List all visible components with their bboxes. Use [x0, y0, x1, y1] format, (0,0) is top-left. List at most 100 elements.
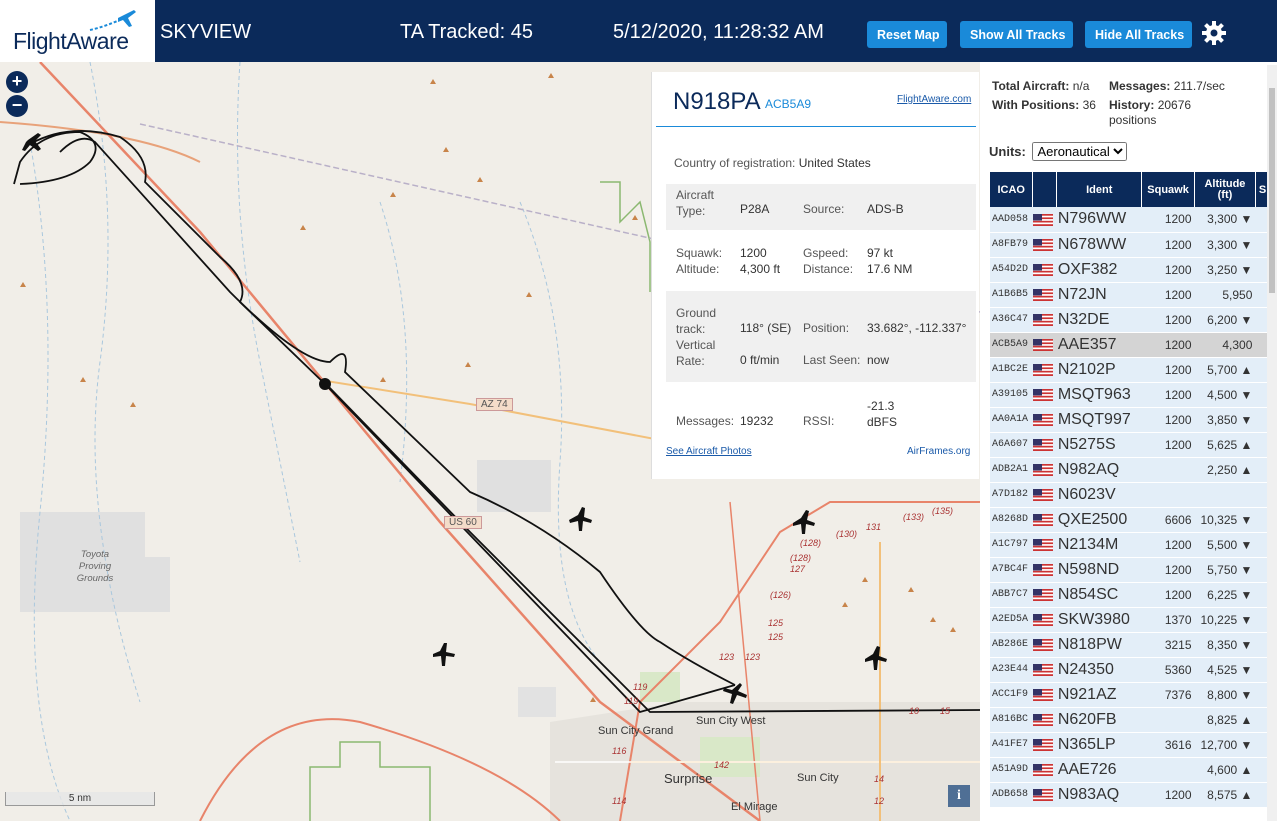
- table-row[interactable]: AB286E N818PW 3215 8,350 ▼: [990, 632, 1277, 658]
- us-flag-icon: [1032, 664, 1053, 677]
- table-row[interactable]: A8FB79 N678WW 1200 3,300 ▼: [990, 232, 1277, 258]
- cell-icao: ACC1F9: [990, 682, 1033, 708]
- exit-label: (128): [800, 538, 822, 548]
- surprise-label: Surprise: [664, 771, 713, 786]
- col-icao[interactable]: ICAO: [990, 172, 1034, 207]
- table-row[interactable]: ABB7C7 N854SC 1200 6,225 ▼: [990, 582, 1277, 608]
- table-row[interactable]: ADB2A1 N982AQ 2,250 ▲: [990, 457, 1277, 483]
- cell-altitude: 8,350 ▼: [1194, 632, 1256, 658]
- cell-ident: N6023V: [1056, 482, 1142, 508]
- col-ident[interactable]: Ident: [1056, 172, 1143, 207]
- cell-ident: SKW3980: [1056, 607, 1142, 633]
- table-row[interactable]: AA0A1A MSQT997 1200 3,850 ▼: [990, 407, 1277, 433]
- table-row[interactable]: ACB5A9 AAE357 1200 4,300: [990, 332, 1277, 358]
- exit-label: 15: [940, 706, 951, 716]
- aircraft-type-label: Aircraft Type:: [676, 188, 715, 218]
- us-flag-icon: [1032, 764, 1053, 777]
- table-row[interactable]: A36C47 N32DE 1200 6,200 ▼: [990, 307, 1277, 333]
- zoom-in-button[interactable]: +: [6, 71, 28, 93]
- gspeed-label: Gspeed:: [803, 246, 849, 260]
- cell-altitude: 3,300 ▼: [1194, 232, 1256, 258]
- cell-squawk: 1200: [1141, 782, 1195, 808]
- table-row[interactable]: ACC1F9 N921AZ 7376 8,800 ▼: [990, 682, 1277, 708]
- us-flag-icon: [1032, 414, 1053, 427]
- cell-ident: N818PW: [1056, 632, 1142, 658]
- us60-shield: US 60: [444, 516, 482, 529]
- exit-label: 131: [866, 522, 882, 532]
- table-row[interactable]: A1BC2E N2102P 1200 5,700 ▲: [990, 357, 1277, 383]
- exit-label: 114: [612, 796, 627, 806]
- cell-flag: [1032, 357, 1057, 383]
- flightaware-link[interactable]: FlightAware.com: [897, 94, 971, 105]
- table-row[interactable]: AAD058 N796WW 1200 3,300 ▼: [990, 207, 1277, 233]
- table-row[interactable]: A2ED5A SKW3980 1370 10,225 ▼: [990, 607, 1277, 633]
- table-row[interactable]: A51A9D AAE726 4,600 ▲: [990, 757, 1277, 783]
- flightaware-logo[interactable]: FlightAware: [0, 0, 155, 62]
- table-row[interactable]: A1C797 N2134M 1200 5,500 ▼: [990, 532, 1277, 558]
- altitude-value: 4,300 ft: [740, 262, 781, 276]
- aircraft-table-body: AAD058 N796WW 1200 3,300 ▼ A8FB79 N678WW 1200 3…: [990, 207, 1277, 808]
- table-row[interactable]: A8268D QXE2500 6606 10,325 ▼: [990, 507, 1277, 533]
- us-flag-icon: [1032, 789, 1053, 802]
- cell-ident: AAE726: [1056, 757, 1142, 783]
- exit-label: 119: [624, 696, 639, 706]
- us-flag-icon: [1032, 589, 1053, 602]
- panel-scrollbar-thumb[interactable]: [1269, 88, 1275, 293]
- us-flag-icon: [1032, 489, 1053, 502]
- country-label: Country of registration:: [674, 156, 796, 170]
- cell-icao: AA0A1A: [990, 407, 1033, 433]
- cell-flag: [1032, 757, 1057, 783]
- rssi-value: -21.3 dBFS: [867, 399, 898, 429]
- table-row[interactable]: A6A607 N5275S 1200 5,625 ▲: [990, 432, 1277, 458]
- header-bar: FlightAware SKYVIEW TA Tracked: 45 5/12/…: [0, 0, 1277, 62]
- squawk-value: 1200: [740, 246, 767, 260]
- cell-altitude: 3,250 ▼: [1194, 257, 1256, 283]
- vertical-rate-value: 0 ft/min: [740, 353, 780, 367]
- info-button[interactable]: i: [948, 785, 970, 807]
- cell-icao: A1BC2E: [990, 357, 1033, 383]
- us-flag-icon: [1032, 739, 1053, 752]
- history-stat: History: 20676 positions: [1109, 98, 1229, 128]
- cell-icao: ADB658: [990, 782, 1033, 808]
- squawk-block: Squawk: 1200 Gspeed: 97 kt Altitude: 4,3…: [666, 234, 976, 284]
- airframes-link[interactable]: AirFrames.org: [907, 446, 970, 457]
- units-select[interactable]: Aeronautical: [1032, 142, 1128, 161]
- zoom-out-button[interactable]: −: [6, 95, 28, 117]
- cell-squawk: 1200: [1141, 532, 1195, 558]
- table-row[interactable]: A1B6B5 N72JN 1200 5,950: [990, 282, 1277, 308]
- table-row[interactable]: A39105 MSQT963 1200 4,500 ▼: [990, 382, 1277, 408]
- last-seen-label: Last Seen:: [803, 353, 861, 367]
- map-scale-bar: 5 nm: [5, 792, 155, 806]
- table-row[interactable]: ADB658 N983AQ 1200 8,575 ▲: [990, 782, 1277, 808]
- cell-squawk: [1141, 457, 1195, 483]
- table-row[interactable]: A54D2D OXF382 1200 3,250 ▼: [990, 257, 1277, 283]
- position-label: Position:: [803, 321, 850, 335]
- gear-icon[interactable]: [1200, 19, 1228, 47]
- col-flag[interactable]: [1032, 172, 1058, 207]
- table-row[interactable]: A7D182 N6023V: [990, 482, 1277, 508]
- altitude-label: Altitude:: [676, 262, 720, 276]
- cell-icao: A41FE7: [990, 732, 1033, 758]
- total-aircraft-stat: Total Aircraft: n/a: [992, 79, 1089, 93]
- hide-all-tracks-button[interactable]: Hide All Tracks: [1085, 21, 1192, 48]
- sun-city-label: Sun City: [797, 772, 839, 784]
- col-squawk[interactable]: Squawk: [1141, 172, 1196, 207]
- show-all-tracks-button[interactable]: Show All Tracks: [960, 21, 1073, 48]
- cell-altitude: 6,225 ▼: [1194, 582, 1256, 608]
- table-row[interactable]: A41FE7 N365LP 3616 12,700 ▼: [990, 732, 1277, 758]
- table-row[interactable]: A7BC4F N598ND 1200 5,750 ▼: [990, 557, 1277, 583]
- cell-altitude: 10,325 ▼: [1194, 507, 1256, 533]
- table-row[interactable]: A23E44 N24350 5360 4,525 ▼: [990, 657, 1277, 683]
- logo-text: FlightAware: [13, 28, 129, 54]
- aircraft-photos-link[interactable]: See Aircraft Photos: [666, 446, 752, 457]
- source-label: Source:: [803, 202, 845, 216]
- table-row[interactable]: A816BC N620FB 8,825 ▲: [990, 707, 1277, 733]
- col-altitude[interactable]: Altitude (ft): [1194, 172, 1256, 207]
- exit-label: 119: [633, 682, 648, 692]
- position-value: 33.682°, -112.337°: [867, 321, 967, 335]
- exit-label: (128): [790, 553, 812, 563]
- reset-map-button[interactable]: Reset Map: [867, 21, 947, 48]
- us-flag-icon: [1032, 564, 1053, 577]
- el-mirage-label: El Mirage: [731, 801, 778, 813]
- messages-stat: Messages: 211.7/sec: [1109, 79, 1225, 93]
